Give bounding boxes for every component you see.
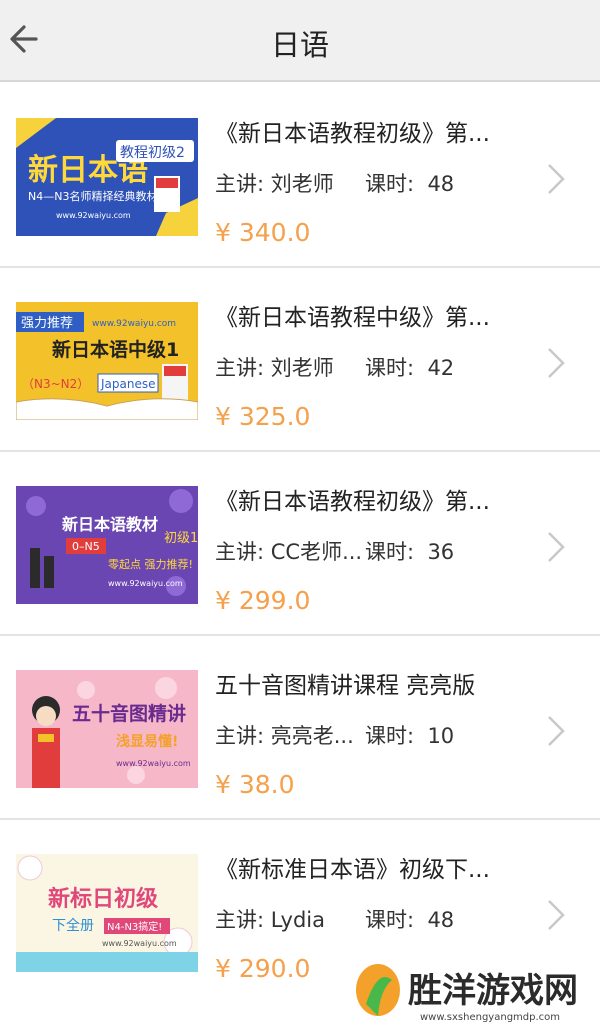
course-teacher: 主讲: CC老师... bbox=[215, 540, 360, 564]
watermark: 胜洋游戏网 www.sxshengyangmdp.com bbox=[348, 960, 600, 1025]
course-price: ¥ 290.0 bbox=[215, 954, 311, 983]
thumb-main-text: 五十音图精讲 bbox=[72, 702, 186, 725]
thumb-main-text: 新日本语教材 bbox=[62, 515, 158, 534]
thumb-badge-text: 强力推荐 bbox=[21, 316, 73, 331]
hours-value: 36 bbox=[427, 540, 455, 564]
course-teacher: 主讲: Lydia bbox=[215, 908, 325, 932]
course-list: 新日本语 教程初级2 N4—N3名师精择经典教材 www.92waiyu.com… bbox=[0, 84, 600, 1004]
page-title: 日语 bbox=[270, 28, 329, 62]
course-item[interactable]: 五十音图精讲 浅显易懂! www.92waiyu.com 五十音图精讲课程 亮亮… bbox=[0, 636, 600, 820]
chevron-right-icon bbox=[548, 900, 565, 930]
watermark-url: www.sxshengyangmdp.com bbox=[420, 1012, 560, 1023]
course-teacher: 主讲: 刘老师 bbox=[215, 356, 334, 380]
chevron-right-icon bbox=[548, 348, 565, 378]
course-hours: 课时: 36 bbox=[365, 536, 454, 566]
course-title: 《新日本语教程初级》第... bbox=[215, 489, 490, 515]
course-teacher: 主讲: 刘老师 bbox=[215, 172, 334, 196]
watermark-text: 胜洋游戏网 bbox=[408, 971, 578, 1011]
thumb-url-text: www.92waiyu.com bbox=[102, 939, 177, 948]
thumb-tag-text: 初级1 bbox=[164, 531, 198, 546]
course-title: 《新日本语教程中级》第... bbox=[215, 305, 490, 331]
hours-value: 42 bbox=[427, 356, 455, 380]
course-thumbnail: 强力推荐 www.92waiyu.com 新日本语中级1 （N3~N2） Jap… bbox=[16, 302, 198, 420]
course-title: 《新日本语教程初级》第... bbox=[215, 121, 490, 147]
course-title: 《新标准日本语》初级下... bbox=[215, 857, 490, 883]
course-title: 五十音图精讲课程 亮亮版 bbox=[215, 673, 476, 699]
course-hours: 课时: 42 bbox=[365, 352, 454, 382]
top-bar: 日语 bbox=[0, 0, 600, 82]
thumb-tag-text: 教程初级2 bbox=[120, 144, 185, 161]
hours-label: 课时: bbox=[365, 356, 415, 380]
thumb-url-text: www.92waiyu.com bbox=[108, 579, 183, 588]
thumb-level-text: N4-N3搞定! bbox=[107, 920, 162, 933]
hours-label: 课时: bbox=[365, 724, 415, 748]
course-hours: 课时: 10 bbox=[365, 720, 454, 750]
course-hours: 课时: 48 bbox=[365, 904, 454, 934]
hours-value: 48 bbox=[427, 172, 455, 196]
chevron-right-icon bbox=[548, 716, 565, 746]
course-item[interactable]: 强力推荐 www.92waiyu.com 新日本语中级1 （N3~N2） Jap… bbox=[0, 268, 600, 452]
thumb-url-text: www.92waiyu.com bbox=[56, 211, 131, 220]
hours-value: 48 bbox=[427, 908, 455, 932]
thumb-tag-text: Japanese bbox=[100, 377, 156, 391]
course-price: ¥ 38.0 bbox=[215, 770, 295, 799]
course-item[interactable]: 新日本语 教程初级2 N4—N3名师精择经典教材 www.92waiyu.com… bbox=[0, 84, 600, 268]
thumb-url-text: www.92waiyu.com bbox=[92, 319, 176, 329]
course-price: ¥ 340.0 bbox=[215, 218, 311, 247]
hours-label: 课时: bbox=[365, 540, 415, 564]
thumb-main-text: 新日本语中级1 bbox=[52, 338, 179, 361]
course-thumbnail: 新日本语教材 初级1 0–N5 零起点 强力推荐! www.92waiyu.co… bbox=[16, 486, 198, 604]
thumb-main-text: 新标日初级 bbox=[48, 886, 158, 912]
course-thumbnail: 新日本语 教程初级2 N4—N3名师精择经典教材 www.92waiyu.com bbox=[16, 118, 198, 236]
hours-value: 10 bbox=[427, 724, 455, 748]
thumb-tag-text: 下全册 bbox=[52, 917, 94, 934]
chevron-right-icon bbox=[548, 532, 565, 562]
thumb-sub-text: N4—N3名师精择经典教材 bbox=[28, 189, 157, 203]
thumb-level-text: 0–N5 bbox=[72, 540, 100, 553]
thumb-url-text: www.92waiyu.com bbox=[116, 759, 191, 768]
hours-label: 课时: bbox=[365, 908, 415, 932]
course-item[interactable]: 新日本语教材 初级1 0–N5 零起点 强力推荐! www.92waiyu.co… bbox=[0, 452, 600, 636]
course-price: ¥ 325.0 bbox=[215, 402, 311, 431]
hours-label: 课时: bbox=[365, 172, 415, 196]
course-price: ¥ 299.0 bbox=[215, 586, 311, 615]
chevron-right-icon bbox=[548, 164, 565, 194]
thumb-sub-text: 浅显易懂! bbox=[116, 733, 178, 750]
course-thumbnail: 新标日初级 下全册 N4-N3搞定! www.92waiyu.com bbox=[16, 854, 198, 972]
thumb-sub-text: 零起点 强力推荐! bbox=[108, 557, 193, 571]
course-thumbnail: 五十音图精讲 浅显易懂! www.92waiyu.com bbox=[16, 670, 198, 788]
course-hours: 课时: 48 bbox=[365, 168, 454, 198]
thumb-level-text: （N3~N2） bbox=[22, 377, 89, 391]
course-teacher: 主讲: 亮亮老... bbox=[215, 724, 354, 748]
